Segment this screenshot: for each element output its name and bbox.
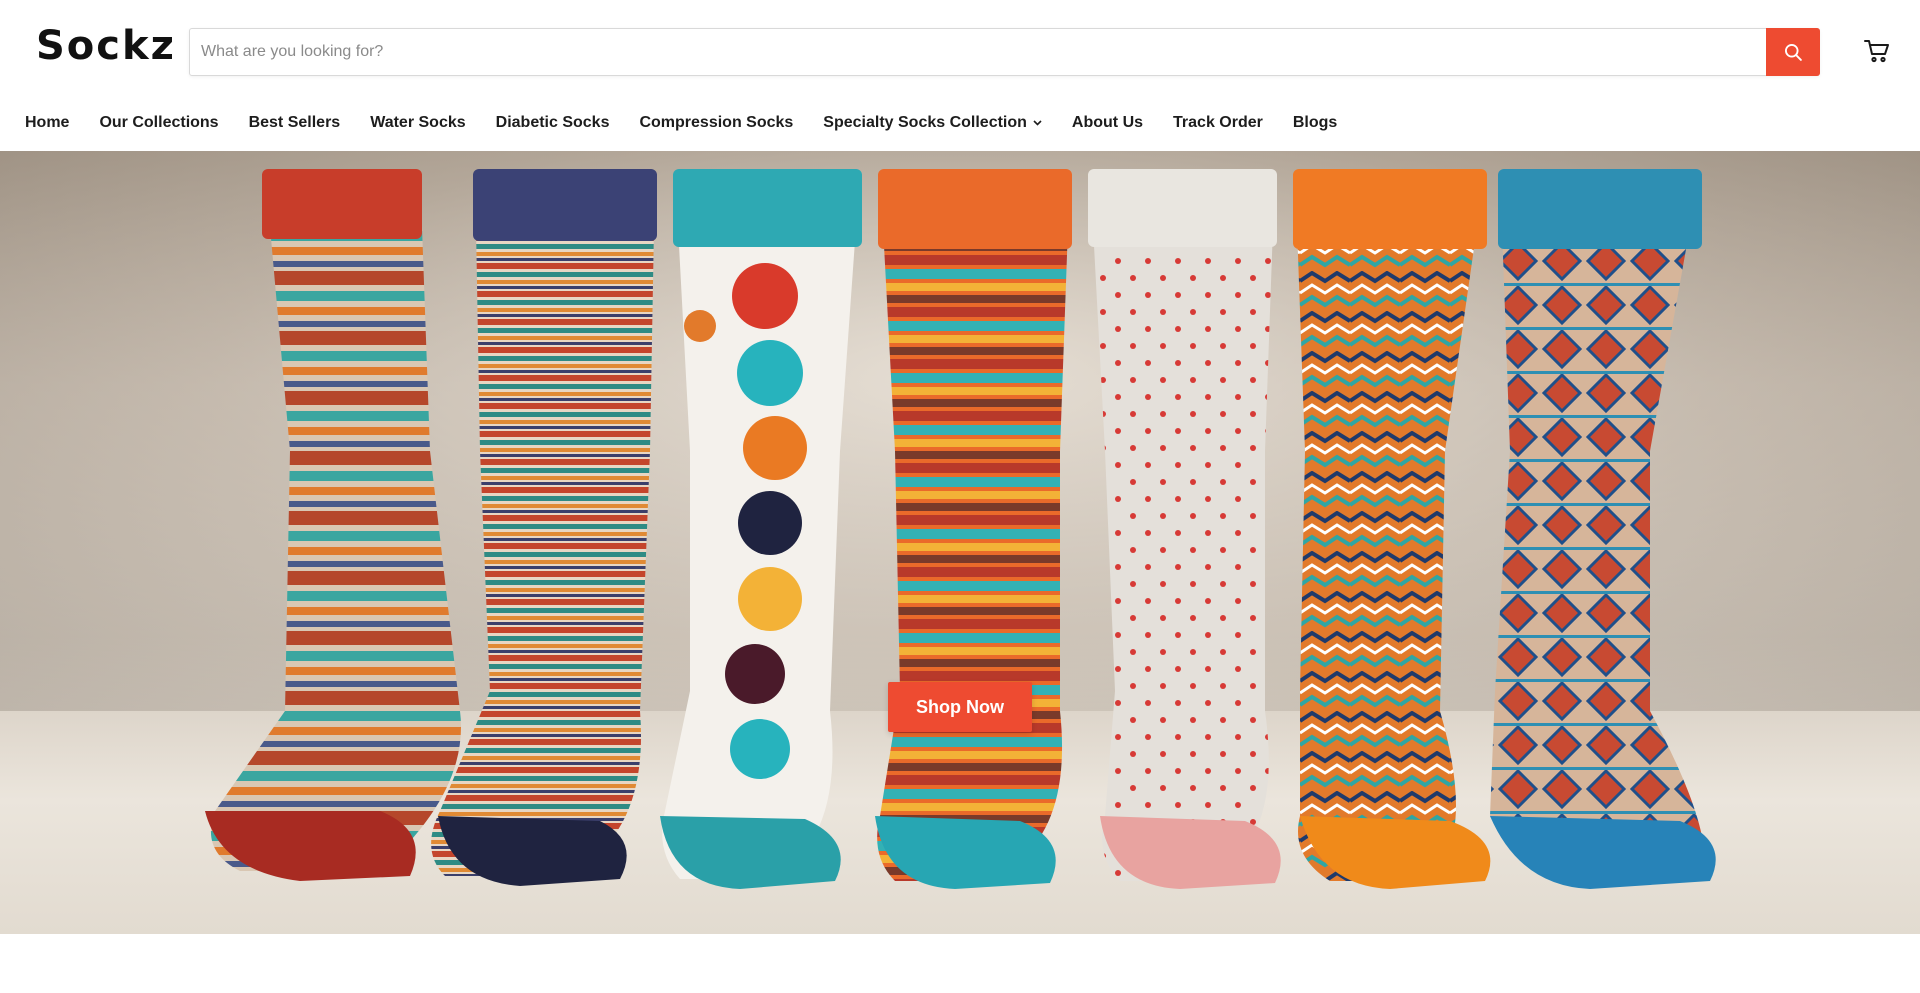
site-header: Sockz [0, 0, 1920, 103]
hero-banner: Shop Now [0, 151, 1920, 934]
nav-item-blogs[interactable]: Blogs [1293, 114, 1337, 132]
hero-socks-image [205, 169, 1716, 889]
cart-icon [1864, 40, 1889, 63]
sock-3 [660, 169, 862, 889]
main-nav: Home Our Collections Best Sellers Water … [0, 103, 1920, 151]
cart-button[interactable] [1862, 36, 1892, 66]
nav-item-home[interactable]: Home [25, 114, 69, 132]
chevron-down-icon [1033, 120, 1042, 126]
nav-item-about-us[interactable]: About Us [1072, 114, 1143, 132]
sock-2 [431, 169, 657, 886]
nav-item-specialty-socks[interactable]: Specialty Socks Collection [823, 114, 1042, 132]
nav-item-best-sellers[interactable]: Best Sellers [249, 114, 341, 132]
brand-logo[interactable]: Sockz [36, 20, 176, 72]
nav-item-our-collections[interactable]: Our Collections [99, 114, 218, 132]
sock-6 [1293, 169, 1491, 889]
nav-item-water-socks[interactable]: Water Socks [370, 114, 465, 132]
search-bar [189, 28, 1820, 76]
search-input[interactable] [190, 29, 1767, 75]
search-button[interactable] [1766, 28, 1820, 76]
search-icon [1785, 44, 1802, 61]
sock-1 [205, 169, 461, 881]
shop-now-button[interactable]: Shop Now [888, 682, 1032, 732]
nav-item-compression-socks[interactable]: Compression Socks [639, 114, 793, 132]
nav-item-diabetic-socks[interactable]: Diabetic Socks [496, 114, 610, 132]
sock-7 [1490, 169, 1716, 889]
sock-5 [1088, 169, 1281, 889]
sock-4 [875, 169, 1072, 889]
nav-item-track-order[interactable]: Track Order [1173, 114, 1263, 132]
